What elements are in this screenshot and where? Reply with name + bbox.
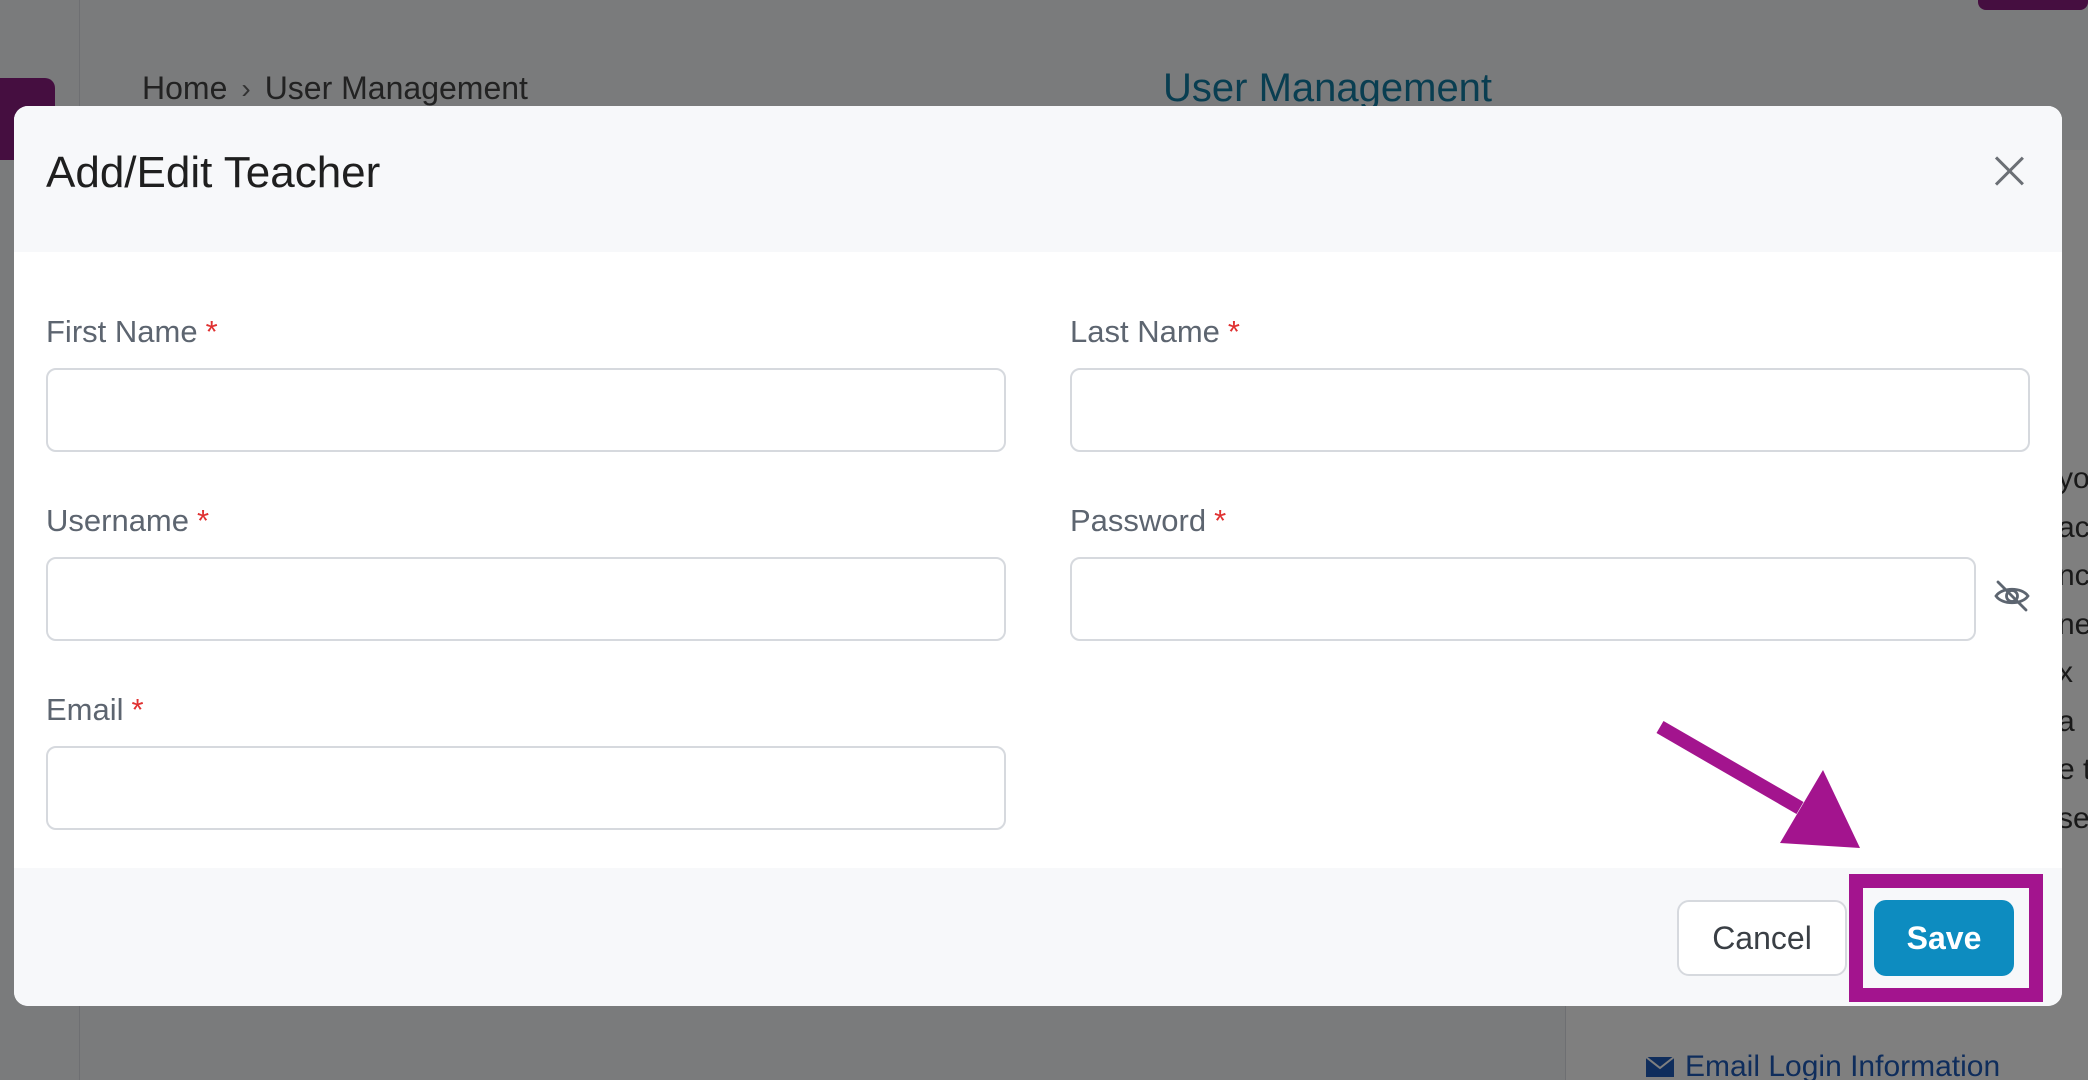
save-highlight-box: [1849, 874, 2043, 1002]
required-marker: *: [131, 692, 144, 727]
password-field-group: Password *: [1070, 501, 1976, 641]
first-name-field-group: First Name *: [46, 312, 1006, 452]
modal-title: Add/Edit Teacher: [46, 148, 381, 197]
required-marker: *: [197, 503, 210, 538]
modal-header: Add/Edit Teacher: [14, 106, 2062, 252]
first-name-input[interactable]: [46, 368, 1006, 452]
modal-footer: Cancel Save: [14, 868, 2062, 1006]
last-name-label: Last Name *: [1070, 314, 1240, 349]
last-name-field-group: Last Name *: [1070, 312, 2030, 452]
last-name-input[interactable]: [1070, 368, 2030, 452]
username-input[interactable]: [46, 557, 1006, 641]
email-input[interactable]: [46, 746, 1006, 830]
password-input[interactable]: [1070, 557, 1976, 641]
required-marker: *: [1214, 503, 1227, 538]
required-marker: *: [205, 314, 218, 349]
email-field-group: Email *: [46, 690, 1006, 830]
required-marker: *: [1227, 314, 1240, 349]
modal-body: First Name * Last Name * Username * Passwor…: [14, 252, 2062, 868]
close-icon[interactable]: [1988, 150, 2030, 192]
username-field-group: Username *: [46, 501, 1006, 641]
cancel-button[interactable]: Cancel: [1677, 900, 1847, 976]
first-name-label: First Name *: [46, 314, 218, 349]
username-label: Username *: [46, 503, 210, 538]
eye-slash-icon[interactable]: [1991, 575, 2033, 617]
add-edit-teacher-modal: Add/Edit Teacher First Name * Last Name * …: [14, 106, 2062, 1006]
password-label: Password *: [1070, 503, 1227, 538]
email-label: Email *: [46, 692, 144, 727]
